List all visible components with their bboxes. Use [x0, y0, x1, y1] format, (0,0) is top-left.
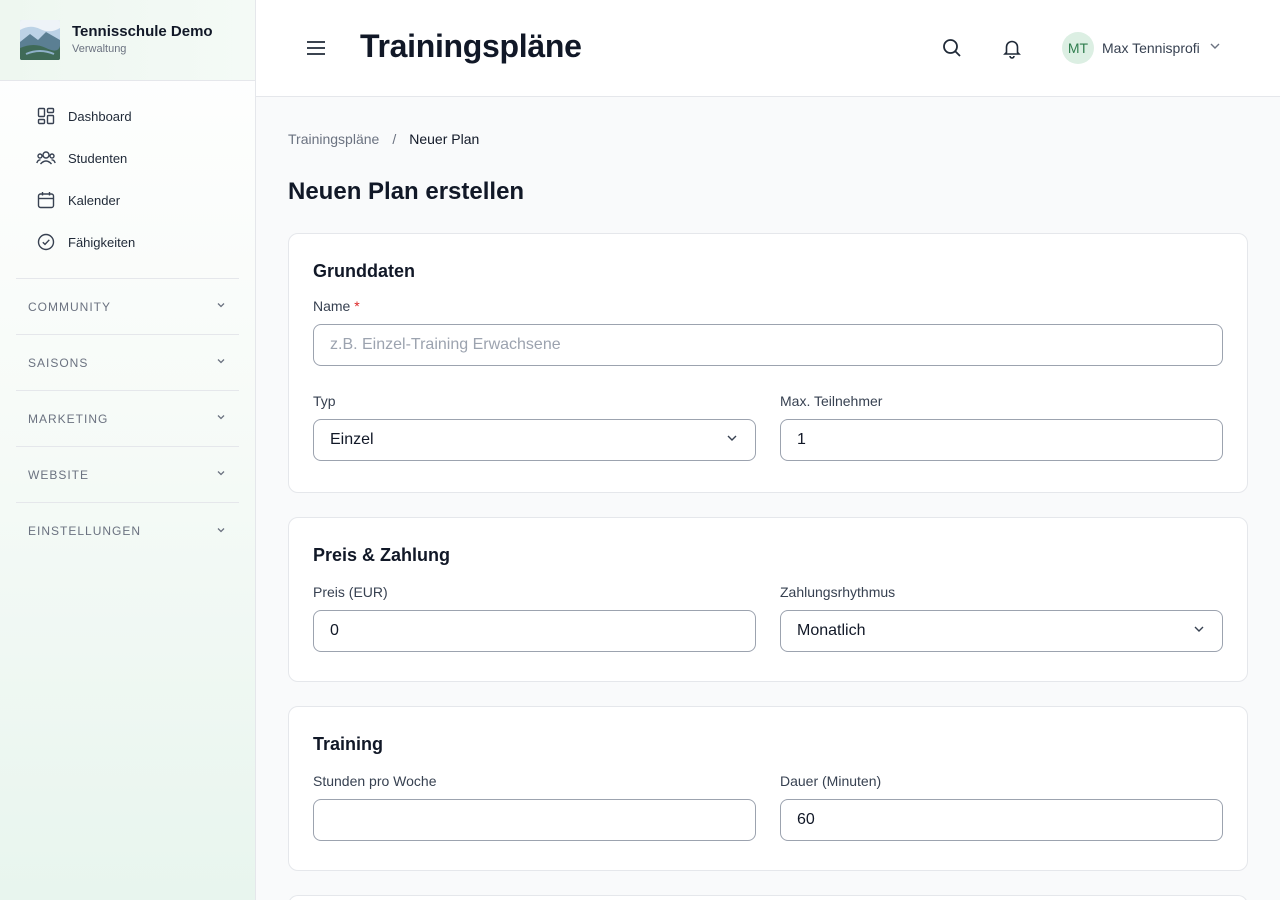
chevron-down-icon: [215, 299, 227, 314]
dashboard-icon: [36, 106, 56, 126]
type-select-value: Einzel: [330, 431, 374, 448]
section-label: WEBSITE: [28, 467, 90, 482]
sidebar-item-dashboard[interactable]: Dashboard: [16, 95, 239, 137]
calendar-icon: [36, 190, 56, 210]
card-preis-zahlung: Preis & Zahlung Preis (EUR) 0 Zahlungsrh…: [288, 517, 1248, 682]
payment-rhythm-value: Monatlich: [797, 622, 866, 639]
sidebar-item-label: Kalender: [68, 192, 121, 208]
avatar: MT: [1062, 32, 1094, 64]
breadcrumb-current: Neuer Plan: [409, 131, 480, 147]
duration-label: Dauer (Minuten): [780, 773, 882, 789]
card-training: Training Stunden pro Woche Dauer (Minute…: [288, 706, 1248, 871]
section-marketing[interactable]: MARKETING: [16, 391, 239, 447]
price-input[interactable]: 0: [313, 610, 756, 652]
card-title: Preis & Zahlung: [313, 545, 451, 565]
sidebar-item-label: Studenten: [68, 150, 128, 166]
section-label: SAISONS: [28, 355, 89, 370]
card-title: Training: [313, 734, 384, 754]
brand-logo: [20, 20, 60, 60]
sidebar-item-faehigkeiten[interactable]: Fähigkeiten: [16, 221, 239, 263]
hours-per-week-label: Stunden pro Woche: [313, 773, 437, 789]
chevron-down-icon: [215, 467, 227, 482]
search-icon[interactable]: [940, 36, 964, 60]
required-mark: *: [354, 298, 360, 314]
chevron-down-icon: [725, 431, 739, 450]
card-title: Grunddaten: [313, 261, 415, 281]
section-label: MARKETING: [28, 411, 109, 426]
sidebar-item-label: Dashboard: [68, 108, 132, 124]
sidebar-item-studenten[interactable]: Studenten: [16, 137, 239, 179]
brand[interactable]: Tennisschule Demo Verwaltung: [0, 0, 255, 81]
chevron-down-icon: [215, 411, 227, 426]
duration-input[interactable]: 60: [780, 799, 1223, 841]
menu-icon[interactable]: [304, 36, 328, 60]
sidebar-item-kalender[interactable]: Kalender: [16, 179, 239, 221]
chevron-down-icon: [215, 355, 227, 370]
sidebar-nav: Dashboard Studenten Kalender Fähigkeiten…: [0, 81, 255, 559]
form-heading: Neuen Plan erstellen: [288, 178, 525, 205]
payment-rhythm-select[interactable]: Monatlich: [780, 610, 1223, 652]
sidebar: Tennisschule Demo Verwaltung Dashboard S…: [0, 0, 256, 900]
max-participants-label: Max. Teilnehmer: [780, 393, 883, 409]
bell-icon[interactable]: [1000, 36, 1024, 60]
card-next: [288, 895, 1248, 900]
price-label: Preis (EUR): [313, 584, 388, 600]
top-header: Trainingspläne MT Max Tennisprofi: [256, 0, 1280, 97]
check-circle-icon: [36, 232, 56, 252]
breadcrumb-parent-link[interactable]: Trainingspläne: [288, 131, 379, 147]
chevron-down-icon: [1192, 622, 1206, 641]
type-label: Typ: [313, 393, 336, 409]
name-label: Name *: [313, 297, 1223, 315]
section-saisons[interactable]: SAISONS: [16, 335, 239, 391]
section-website[interactable]: WEBSITE: [16, 447, 239, 503]
main-content: Trainingspläne / Neuer Plan Neuen Plan e…: [288, 97, 1248, 900]
name-input[interactable]: z.B. Einzel-Training Erwachsene: [313, 324, 1223, 366]
breadcrumb: Trainingspläne / Neuer Plan: [288, 130, 1248, 148]
user-name: Max Tennisprofi: [1102, 40, 1200, 56]
section-community[interactable]: COMMUNITY: [16, 279, 239, 335]
sidebar-item-label: Fähigkeiten: [68, 234, 136, 250]
max-participants-input[interactable]: 1: [780, 419, 1223, 461]
brand-subtitle: Verwaltung: [72, 43, 127, 55]
payment-rhythm-label: Zahlungsrhythmus: [780, 584, 896, 600]
section-label: EINSTELLUNGEN: [28, 524, 142, 538]
section-label: COMMUNITY: [28, 299, 111, 314]
users-icon: [36, 148, 56, 168]
card-grunddaten: Grunddaten Name * z.B. Einzel-Training E…: [288, 233, 1248, 493]
sidebar-sections: COMMUNITY SAISONS MARKETING WEBSITE EINS…: [16, 279, 239, 559]
breadcrumb-separator: /: [392, 131, 397, 147]
section-einstellungen[interactable]: EINSTELLUNGEN: [16, 503, 239, 559]
name-label-text: Name: [313, 298, 351, 314]
chevron-down-icon: [1208, 39, 1222, 58]
chevron-down-icon: [215, 524, 227, 539]
type-select[interactable]: Einzel: [313, 419, 756, 461]
user-menu[interactable]: MT Max Tennisprofi: [1062, 32, 1222, 64]
page-title: Trainingspläne: [360, 28, 582, 64]
hours-per-week-input[interactable]: [313, 799, 756, 841]
brand-name: Tennisschule Demo: [72, 23, 213, 40]
